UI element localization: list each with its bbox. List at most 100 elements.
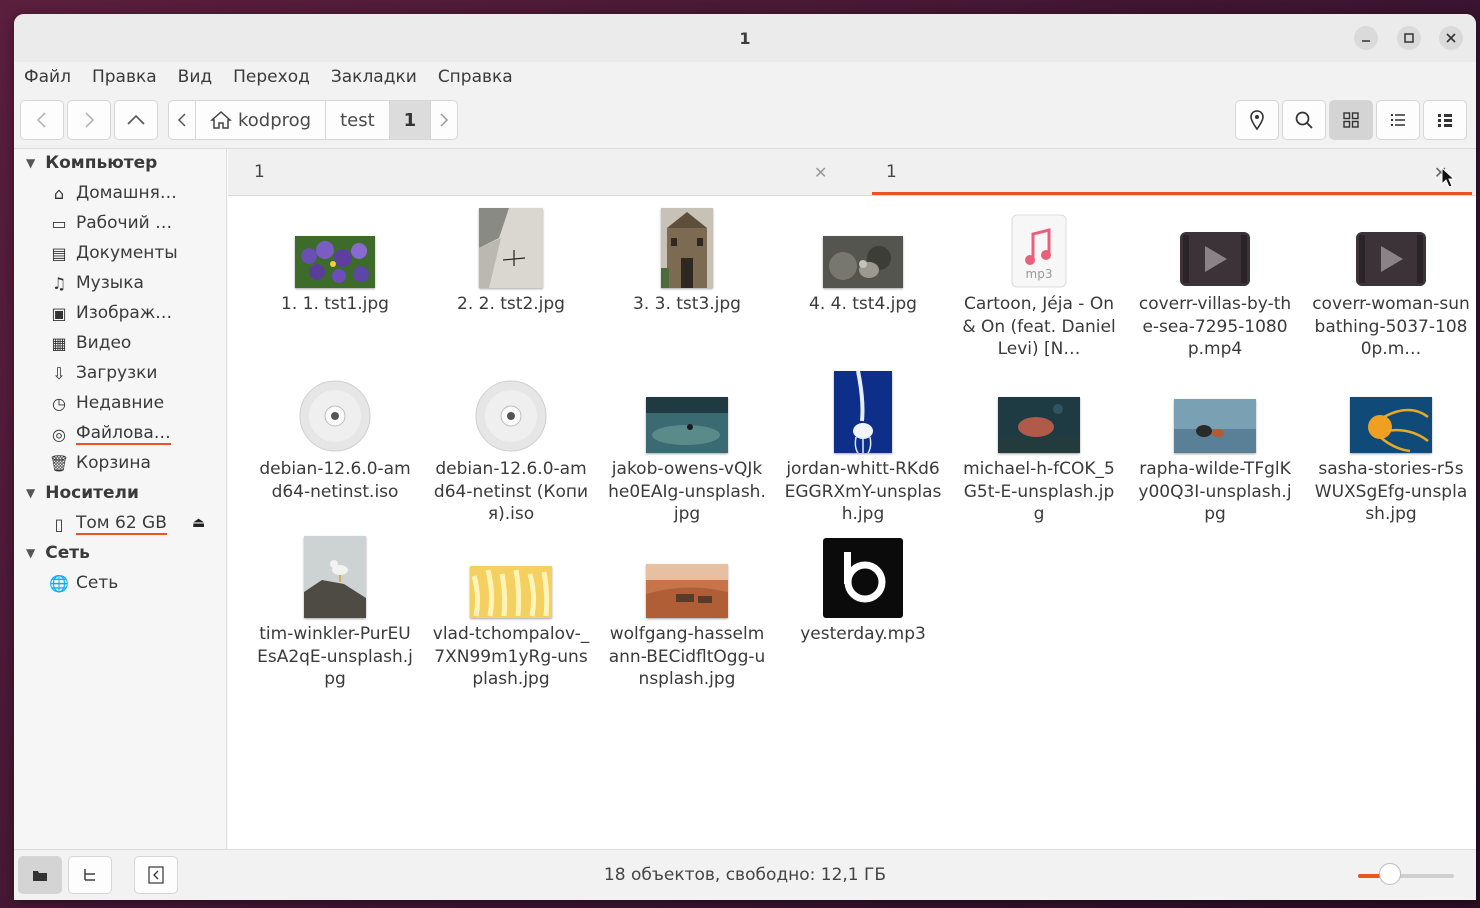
file-name: yesterday.mp3 — [800, 624, 926, 644]
sidebar-item-label: Рабочий … — [76, 213, 173, 233]
photo-thumbnail — [646, 564, 728, 618]
file-item[interactable]: vlad-tchompalov-_7XN99m1yRg-unsplash.jpg — [426, 536, 596, 691]
maximize-button[interactable] — [1397, 26, 1421, 50]
photo-thumbnail — [470, 566, 552, 618]
file-item[interactable]: michael-h-fCOK_5G5t-E-unsplash.jpg — [954, 371, 1124, 526]
menu-view[interactable]: Вид — [178, 67, 212, 87]
menu-file[interactable]: Файл — [24, 67, 71, 87]
file-thumbnail — [1174, 371, 1256, 453]
sidebar: ▼ Компьютер ⌂ Домашня… ▭ Рабочий … ▤ Док… — [14, 149, 227, 850]
parent-folder-button[interactable] — [114, 100, 158, 140]
sidebar-item-recent[interactable]: ◷ Недавние — [48, 393, 164, 413]
sidebar-item-trash[interactable]: 🗑 Корзина — [48, 453, 151, 473]
breadcrumb-test[interactable]: test — [326, 101, 390, 139]
sidebar-item-videos[interactable]: ▦ Видео — [48, 333, 131, 353]
photo-thumbnail — [295, 236, 375, 288]
sidebar-devices-header: Носители — [45, 483, 139, 503]
sidebar-item-home[interactable]: ⌂ Домашня… — [48, 183, 177, 203]
file-name: debian-12.6.0-amd64-netinst (Копия).iso — [433, 459, 589, 524]
minimize-icon — [1362, 40, 1370, 42]
sidebar-item-volume[interactable]: ▯ Том 62 GB — [48, 513, 167, 535]
list-view-button[interactable] — [1376, 100, 1420, 140]
file-item[interactable]: debian-12.6.0-amd64-netinst.iso — [250, 371, 420, 503]
chevron-down-icon: ▼ — [26, 546, 36, 560]
file-name: rapha-wilde-TFglKy00Q3I-unsplash.jpg — [1138, 459, 1292, 524]
breadcrumb-left-arrow[interactable] — [169, 101, 196, 139]
file-item[interactable]: rapha-wilde-TFglKy00Q3I-unsplash.jpg — [1130, 371, 1300, 526]
mouse-cursor-icon — [1441, 167, 1455, 188]
file-item[interactable]: sasha-stories-r5sWUXSgEfg-unsplash.jpg — [1306, 371, 1476, 526]
menu-go[interactable]: Переход — [233, 67, 310, 87]
video-file-icon — [1180, 232, 1250, 286]
sidebar-section-network[interactable]: ▼ Сеть — [26, 543, 90, 563]
sidebar-item-pictures[interactable]: ▣ Изображ… — [48, 303, 172, 323]
file-item[interactable]: jordan-whitt-RKd6EGGRXmY-unsplash.jpg — [778, 371, 948, 526]
file-item[interactable]: coverr-villas-by-the-sea-7295-1080p.mp4 — [1130, 206, 1300, 361]
file-item[interactable]: 4. 4. tst4.jpg — [778, 206, 948, 316]
tab-label: 1 — [254, 162, 265, 182]
tab-1[interactable]: 1 — [254, 149, 265, 195]
eject-icon[interactable]: ⏏ — [192, 515, 205, 531]
file-name: 3. 3. tst3.jpg — [633, 294, 741, 314]
search-button[interactable] — [1282, 100, 1326, 140]
chevron-down-icon: ▼ — [26, 486, 36, 500]
breadcrumb-test-label: test — [340, 109, 375, 131]
file-item[interactable]: tim-winkler-PurEUEsA2qE-unsplash.jpg — [250, 536, 420, 691]
breadcrumb-current-label: 1 — [403, 109, 417, 131]
breadcrumb-home[interactable]: kodprog — [196, 101, 327, 139]
sidebar-section-computer[interactable]: ▼ Компьютер — [26, 153, 157, 173]
recent-icon: ◷ — [52, 393, 66, 413]
sidebar-item-label: Корзина — [76, 453, 151, 473]
close-button[interactable] — [1439, 26, 1463, 50]
video-file-icon — [1356, 232, 1426, 286]
forward-button[interactable] — [67, 100, 111, 140]
sidebar-item-filesystem[interactable]: ◎ Файлова… — [48, 423, 171, 445]
title-bar[interactable]: 1 — [14, 14, 1476, 62]
minimize-button[interactable] — [1354, 26, 1378, 50]
search-icon — [1295, 111, 1313, 129]
tab-2-active[interactable]: 1 — [872, 149, 1472, 195]
menu-help[interactable]: Справка — [438, 67, 513, 87]
file-item[interactable]: yesterday.mp3 — [778, 536, 948, 646]
file-name: debian-12.6.0-amd64-netinst.iso — [259, 459, 411, 502]
window-title: 1 — [739, 28, 751, 48]
file-thumbnail — [470, 536, 552, 618]
document-icon: ▤ — [51, 243, 67, 263]
filesystem-icon: ◎ — [52, 424, 66, 444]
icon-view-button[interactable] — [1329, 100, 1373, 140]
file-thumbnail — [823, 536, 903, 618]
file-thumbnail — [295, 206, 375, 288]
sidebar-item-label: Домашня… — [76, 183, 177, 203]
file-item[interactable]: jakob-owens-vQJkhe0EAIg-unsplash.jpg — [602, 371, 772, 526]
back-button[interactable] — [20, 100, 64, 140]
file-item[interactable]: wolfgang-hasselmann-BECidfltOgg-unsplash… — [602, 536, 772, 691]
sidebar-item-music[interactable]: ♫ Музыка — [48, 273, 144, 293]
tab-close-icon[interactable]: ✕ — [814, 163, 827, 182]
file-item[interactable]: mp3 Cartoon, Jéja - On & On (feat. Danie… — [954, 206, 1124, 361]
sidebar-section-devices[interactable]: ▼ Носители — [26, 483, 139, 503]
zoom-slider-knob[interactable] — [1379, 863, 1401, 885]
file-item[interactable]: 3. 3. tst3.jpg — [602, 206, 772, 316]
grid-icon — [1343, 112, 1359, 128]
sidebar-item-network[interactable]: 🌐 Сеть — [48, 573, 118, 593]
file-item[interactable]: coverr-woman-sunbathing-5037-1080p.m… — [1306, 206, 1476, 361]
sidebar-item-label: Сеть — [76, 573, 119, 593]
file-item[interactable]: debian-12.6.0-amd64-netinst (Копия).iso — [426, 371, 596, 526]
compact-grid-icon — [1438, 114, 1452, 127]
file-name: tim-winkler-PurEUEsA2qE-unsplash.jpg — [257, 624, 413, 689]
file-thumbnail: mp3 — [1011, 206, 1067, 288]
menu-bookmarks[interactable]: Закладки — [331, 67, 417, 87]
menu-edit[interactable]: Правка — [92, 67, 157, 87]
file-item[interactable]: 2. 2. tst2.jpg — [426, 206, 596, 316]
sidebar-item-documents[interactable]: ▤ Документы — [48, 243, 177, 263]
sidebar-item-desktop[interactable]: ▭ Рабочий … — [48, 213, 172, 233]
close-icon — [1446, 33, 1456, 43]
file-name: sasha-stories-r5sWUXSgEfg-unsplash.jpg — [1314, 459, 1468, 524]
sidebar-item-downloads[interactable]: ⇩ Загрузки — [48, 363, 157, 383]
breadcrumb-right-arrow[interactable] — [431, 101, 457, 139]
download-icon: ⇩ — [52, 363, 66, 383]
file-item[interactable]: 1. 1. tst1.jpg — [250, 206, 420, 316]
location-toggle-button[interactable] — [1235, 100, 1279, 140]
breadcrumb-current[interactable]: 1 — [389, 101, 432, 139]
compact-view-button[interactable] — [1423, 100, 1467, 140]
